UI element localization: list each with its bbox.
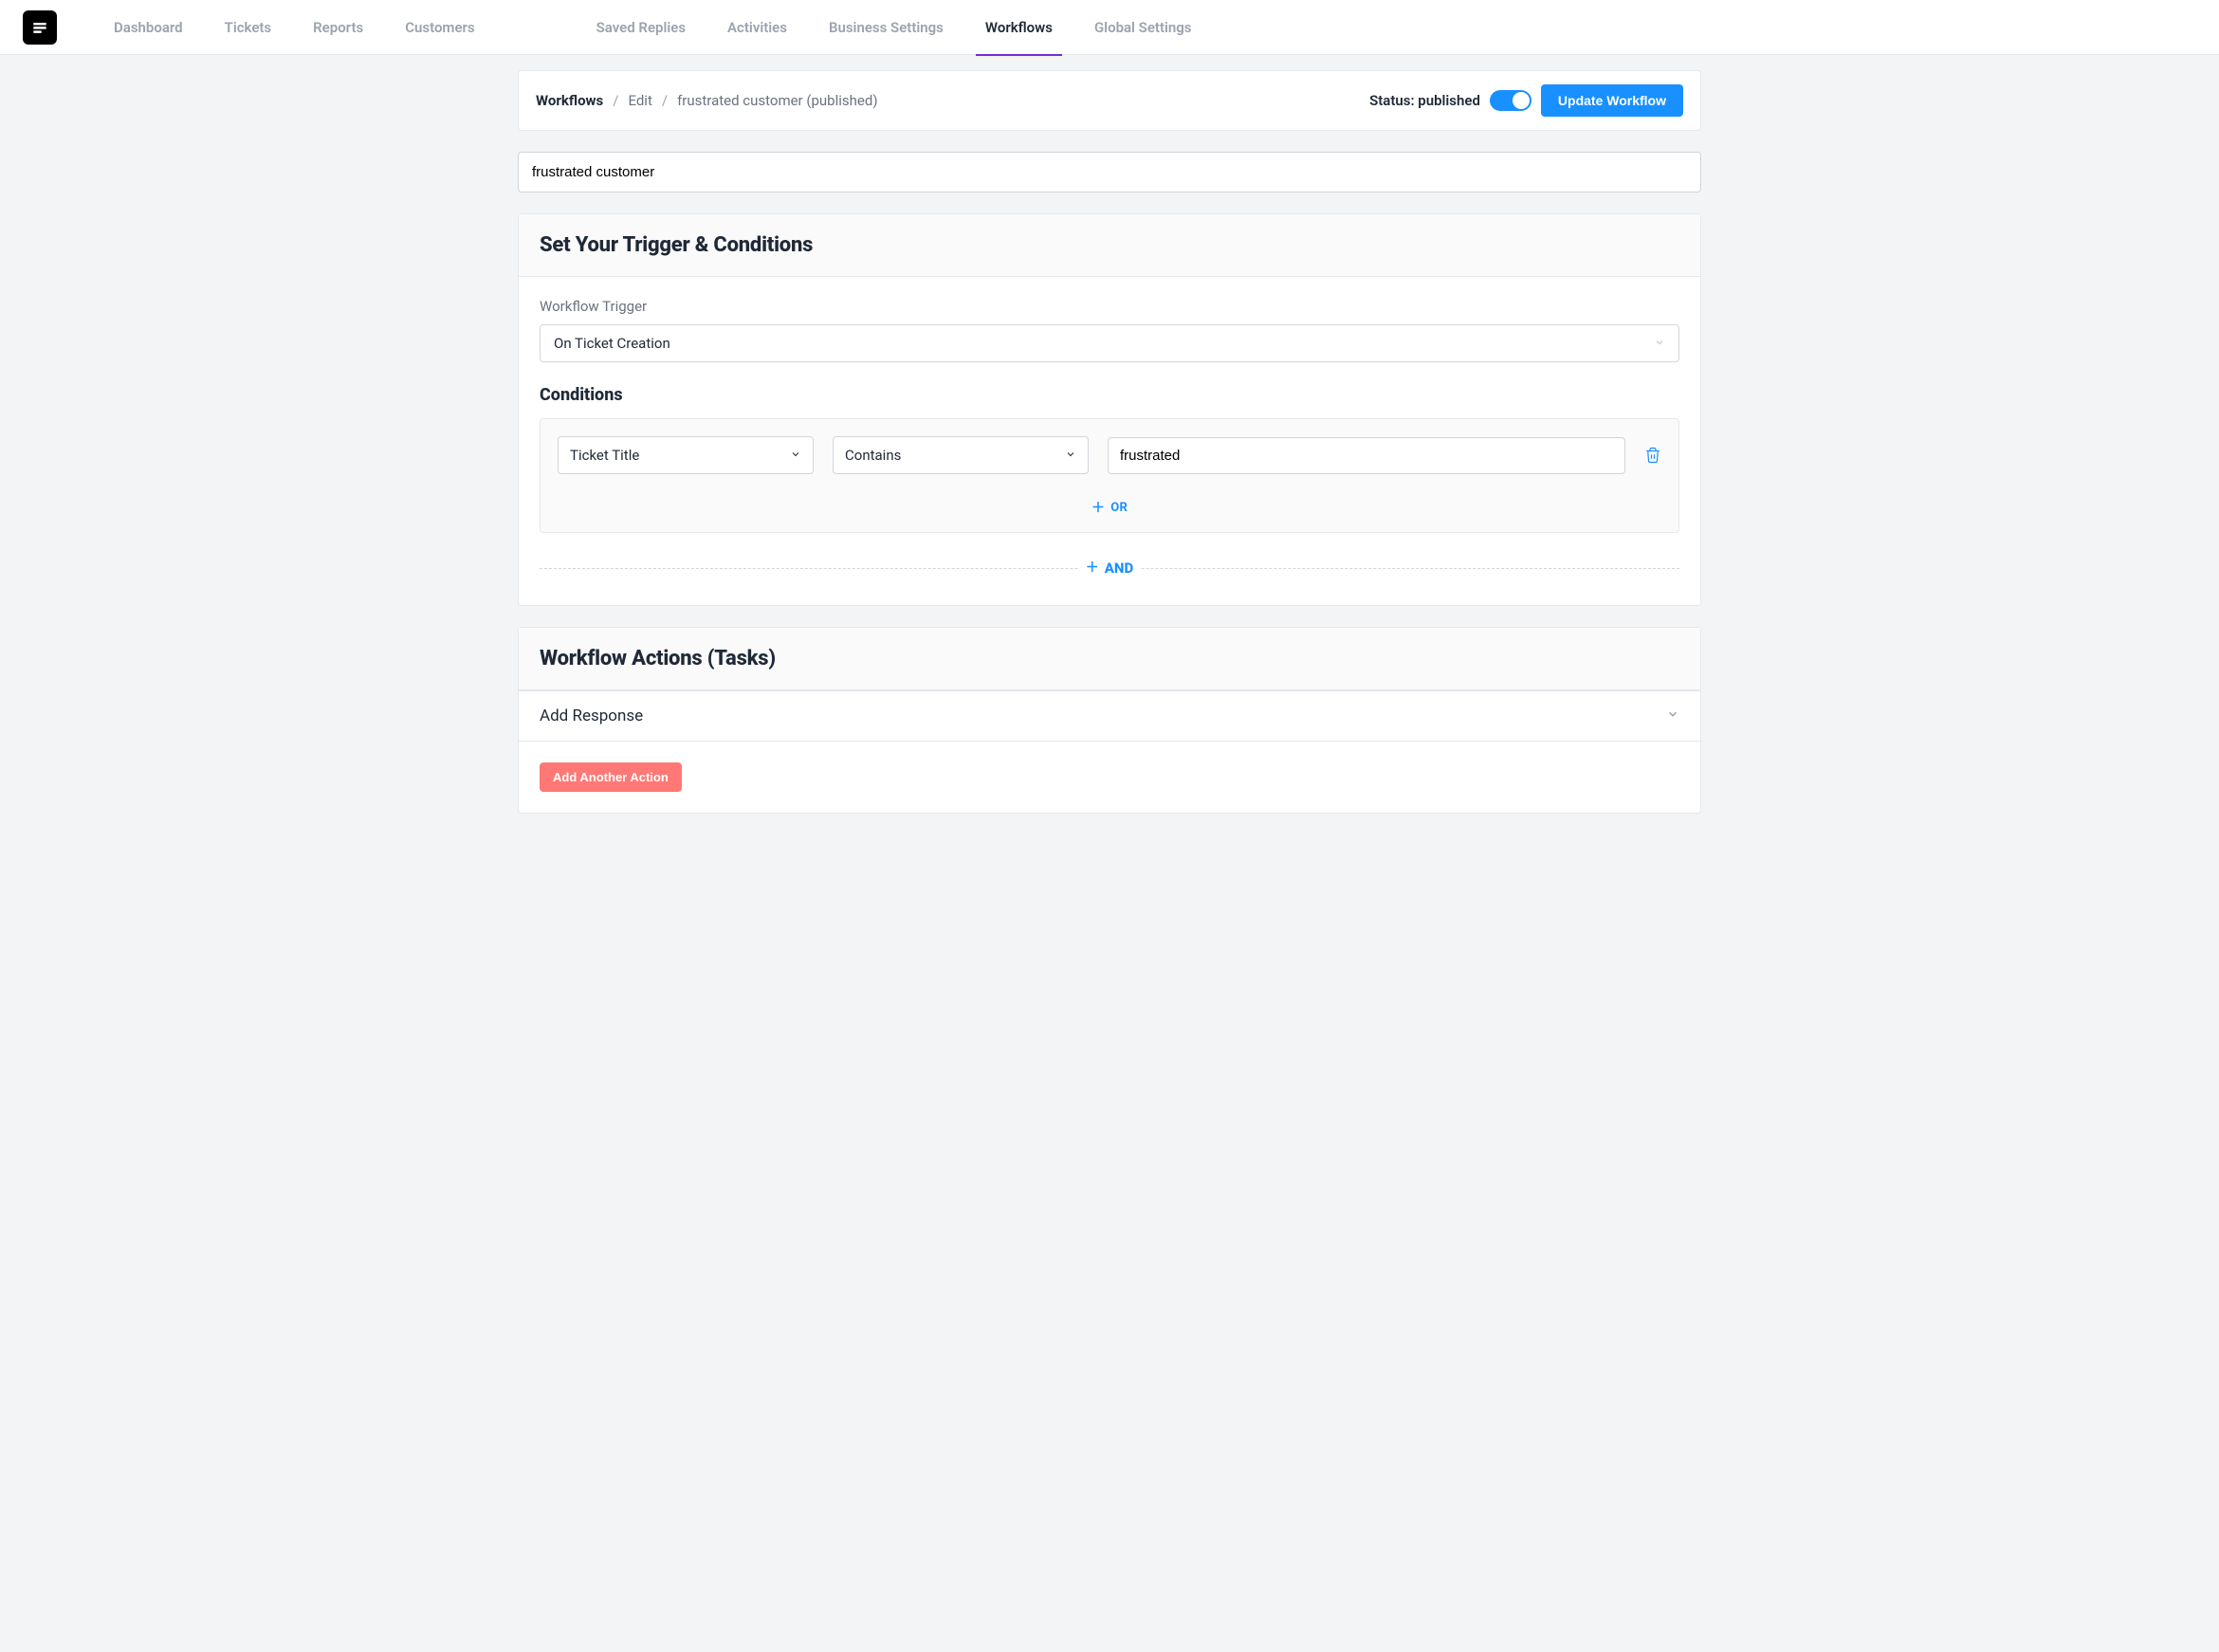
page-header: Workflows / Edit / frustrated customer (… bbox=[518, 70, 1701, 131]
status-label: Status: published bbox=[1369, 92, 1480, 109]
nav-workflows[interactable]: Workflows bbox=[985, 0, 1053, 55]
and-divider: ＋ AND bbox=[540, 560, 1679, 577]
delete-condition-button[interactable] bbox=[1644, 447, 1661, 464]
condition-group: Ticket Title Contains bbox=[540, 418, 1679, 533]
breadcrumb-root[interactable]: Workflows bbox=[536, 92, 603, 109]
and-label: AND bbox=[1105, 560, 1133, 577]
trigger-card-header: Set Your Trigger & Conditions bbox=[519, 214, 1700, 277]
status-toggle[interactable] bbox=[1490, 90, 1531, 111]
add-or-condition-button[interactable]: ＋ OR bbox=[558, 501, 1661, 515]
app-logo[interactable] bbox=[23, 10, 57, 45]
nav-dashboard[interactable]: Dashboard bbox=[114, 0, 183, 55]
action-item-label: Add Response bbox=[540, 707, 643, 725]
trigger-label: Workflow Trigger bbox=[540, 298, 1679, 315]
condition-operator-value: Contains bbox=[845, 447, 901, 464]
header-actions: Status: published Update Workflow bbox=[1369, 84, 1683, 117]
chevron-down-icon bbox=[1065, 447, 1076, 464]
page: Workflows / Edit / frustrated customer (… bbox=[503, 55, 1716, 850]
trigger-heading: Set Your Trigger & Conditions bbox=[540, 233, 1679, 257]
trash-icon bbox=[1644, 447, 1661, 464]
breadcrumb-sep: / bbox=[613, 92, 618, 109]
add-action-button[interactable]: Add Another Action bbox=[540, 762, 682, 792]
trigger-card: Set Your Trigger & Conditions Workflow T… bbox=[518, 213, 1701, 606]
nav-items: Dashboard Tickets Reports Customers Save… bbox=[114, 0, 2196, 55]
condition-value-input[interactable] bbox=[1108, 437, 1625, 474]
chevron-down-icon bbox=[1654, 337, 1665, 351]
trigger-select-value: On Ticket Creation bbox=[554, 335, 670, 352]
actions-card: Workflow Actions (Tasks) Add Response Ad… bbox=[518, 627, 1701, 814]
trigger-select[interactable]: On Ticket Creation bbox=[540, 324, 1679, 362]
actions-heading: Workflow Actions (Tasks) bbox=[540, 647, 1679, 670]
or-label: OR bbox=[1110, 501, 1128, 515]
breadcrumb-edit[interactable]: Edit bbox=[628, 92, 651, 109]
top-nav: Dashboard Tickets Reports Customers Save… bbox=[0, 0, 2219, 55]
logo-icon bbox=[30, 18, 49, 37]
nav-tickets[interactable]: Tickets bbox=[225, 0, 272, 55]
update-workflow-button[interactable]: Update Workflow bbox=[1541, 84, 1683, 117]
condition-field-select[interactable]: Ticket Title bbox=[558, 436, 814, 474]
actions-footer: Add Another Action bbox=[519, 742, 1700, 813]
condition-operator-select[interactable]: Contains bbox=[833, 436, 1089, 474]
nav-saved-replies[interactable]: Saved Replies bbox=[596, 0, 686, 55]
plus-icon: ＋ bbox=[1086, 561, 1099, 575]
action-item-row[interactable]: Add Response bbox=[519, 690, 1700, 742]
condition-row: Ticket Title Contains bbox=[558, 436, 1661, 474]
chevron-down-icon bbox=[790, 447, 801, 464]
breadcrumb: Workflows / Edit / frustrated customer (… bbox=[536, 92, 878, 109]
add-and-condition-button[interactable]: ＋ AND bbox=[1078, 560, 1141, 577]
conditions-heading: Conditions bbox=[540, 385, 1679, 405]
breadcrumb-name: frustrated customer (published) bbox=[677, 92, 877, 109]
chevron-down-icon bbox=[1666, 707, 1679, 725]
breadcrumb-sep: / bbox=[662, 92, 668, 109]
nav-customers[interactable]: Customers bbox=[405, 0, 474, 55]
actions-card-header: Workflow Actions (Tasks) bbox=[519, 628, 1700, 690]
workflow-title-input[interactable] bbox=[518, 152, 1701, 193]
nav-business-settings[interactable]: Business Settings bbox=[829, 0, 944, 55]
nav-reports[interactable]: Reports bbox=[313, 0, 363, 55]
nav-global-settings[interactable]: Global Settings bbox=[1094, 0, 1192, 55]
plus-icon: ＋ bbox=[1091, 502, 1105, 515]
condition-field-value: Ticket Title bbox=[570, 447, 639, 464]
nav-activities[interactable]: Activities bbox=[727, 0, 787, 55]
